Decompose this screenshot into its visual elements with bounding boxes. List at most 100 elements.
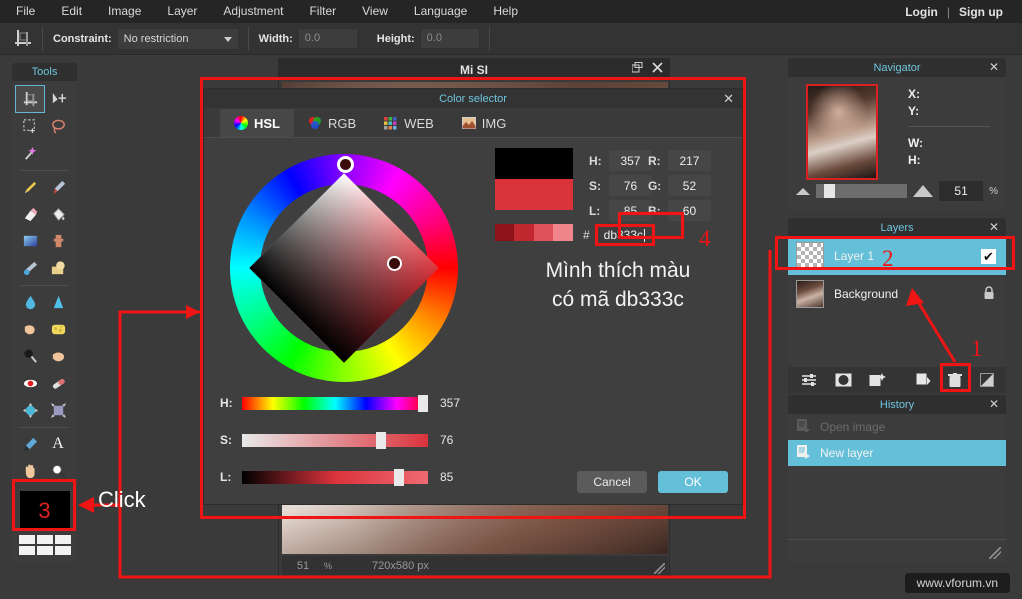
hex-input[interactable]: db333c xyxy=(594,224,655,246)
tool-gradient[interactable] xyxy=(16,228,44,254)
canvas-zoom-value[interactable]: 51 xyxy=(282,560,324,572)
tool-pencil[interactable] xyxy=(16,174,44,200)
layer-settings-icon[interactable] xyxy=(796,369,822,391)
constraint-select[interactable]: No restriction xyxy=(117,28,238,49)
width-input[interactable]: 0.0 xyxy=(298,29,357,48)
login-link[interactable]: Login xyxy=(896,5,947,19)
tool-move[interactable] xyxy=(44,86,72,112)
tool-bloat[interactable] xyxy=(16,397,44,423)
tool-lasso-select[interactable] xyxy=(44,113,72,139)
saturation-slider-track[interactable] xyxy=(242,431,428,449)
tab-rgb[interactable]: RGB xyxy=(294,109,370,137)
color-palette-mini[interactable] xyxy=(18,535,71,555)
menu-item-adjustment[interactable]: Adjustment xyxy=(210,0,296,23)
palette-swatch[interactable] xyxy=(54,546,71,555)
tool-eyedropper[interactable] xyxy=(16,431,44,457)
tool-blur[interactable] xyxy=(16,289,44,315)
saturation-slider-handle[interactable] xyxy=(376,431,386,449)
tab-web[interactable]: WEB xyxy=(370,109,448,137)
tool-red-eye[interactable] xyxy=(16,370,44,396)
height-input[interactable]: 0.0 xyxy=(420,29,479,48)
red-field[interactable]: 217 xyxy=(667,150,711,171)
layer-1-row[interactable]: Layer 1 ✔ xyxy=(788,237,1006,275)
zoom-out-triangle-icon[interactable] xyxy=(796,187,810,195)
tool-clone-stamp[interactable] xyxy=(44,228,72,254)
resize-grip-icon[interactable] xyxy=(654,563,665,574)
resize-grip-icon[interactable] xyxy=(989,547,1001,559)
menu-item-edit[interactable]: Edit xyxy=(48,0,95,23)
menu-item-language[interactable]: Language xyxy=(401,0,480,23)
blue-field[interactable]: 60 xyxy=(667,200,711,221)
hue-wheel-handle[interactable] xyxy=(337,156,354,173)
tab-img[interactable]: IMG xyxy=(448,109,521,137)
diamond-handle[interactable] xyxy=(387,256,402,271)
saturation-field[interactable]: 76 xyxy=(608,175,652,196)
menu-item-help[interactable]: Help xyxy=(480,0,531,23)
close-window-icon[interactable] xyxy=(652,62,663,76)
tool-pinch[interactable] xyxy=(44,397,72,423)
tab-hsl[interactable]: HSL xyxy=(220,109,294,137)
lightness-field[interactable]: 85 xyxy=(608,200,652,221)
recent-colors-strip[interactable] xyxy=(494,224,573,241)
navigator-zoom-value[interactable]: 51 xyxy=(939,181,984,201)
delete-layer-icon[interactable] xyxy=(942,369,968,391)
cancel-button[interactable]: Cancel xyxy=(577,471,647,493)
tool-magic-wand[interactable] xyxy=(16,140,44,166)
palette-swatch[interactable] xyxy=(18,535,35,544)
tool-spot-heal[interactable] xyxy=(44,370,72,396)
current-color-swatch[interactable] xyxy=(494,179,573,210)
palette-swatch[interactable] xyxy=(54,535,71,544)
tool-drawing-shape[interactable] xyxy=(44,255,72,281)
zoom-slider[interactable] xyxy=(816,184,908,198)
menu-item-layer[interactable]: Layer xyxy=(154,0,210,23)
palette-swatch[interactable] xyxy=(18,546,35,555)
lightness-slider-track[interactable] xyxy=(242,468,428,486)
foreground-color-swatch[interactable]: 3 xyxy=(19,491,70,531)
signup-link[interactable]: Sign up xyxy=(950,5,1012,19)
tool-type[interactable]: A xyxy=(44,431,72,457)
tool-sponge[interactable] xyxy=(44,316,72,342)
recent-color-swatch[interactable] xyxy=(553,224,573,241)
color-preview[interactable] xyxy=(494,148,573,210)
menu-item-view[interactable]: View xyxy=(349,0,401,23)
lightness-slider-handle[interactable] xyxy=(394,468,404,486)
history-row-open-image[interactable]: Open image xyxy=(788,414,1006,440)
tool-smudge[interactable] xyxy=(16,316,44,342)
history-row-new-layer[interactable]: New layer xyxy=(788,440,1006,466)
tool-dodge[interactable] xyxy=(44,343,72,369)
recent-color-swatch[interactable] xyxy=(533,224,554,241)
close-icon[interactable]: ✕ xyxy=(989,220,999,234)
hue-slider-track[interactable] xyxy=(242,394,428,412)
menu-item-image[interactable]: Image xyxy=(95,0,154,23)
layer-visibility-checkbox[interactable]: ✔ xyxy=(981,248,996,264)
tool-hand[interactable] xyxy=(16,458,44,484)
layer-style-icon[interactable] xyxy=(864,369,890,391)
tool-crop[interactable] xyxy=(15,85,45,113)
previous-color-swatch[interactable] xyxy=(494,148,573,179)
palette-swatch[interactable] xyxy=(36,535,53,544)
tool-brush[interactable] xyxy=(44,174,72,200)
tool-paint-bucket[interactable] xyxy=(44,201,72,227)
add-layer-icon[interactable] xyxy=(910,369,936,391)
ok-button[interactable]: OK xyxy=(658,471,728,493)
navigator-thumbnail[interactable] xyxy=(806,84,878,180)
tool-zoom[interactable] xyxy=(44,458,72,484)
recent-color-swatch[interactable] xyxy=(514,224,534,241)
zoom-slider-handle[interactable] xyxy=(824,184,835,198)
green-field[interactable]: 52 xyxy=(667,175,711,196)
hue-field[interactable]: 357 xyxy=(608,150,652,171)
menu-item-filter[interactable]: Filter xyxy=(296,0,349,23)
hue-slider-handle[interactable] xyxy=(418,394,428,412)
restore-window-icon[interactable] xyxy=(631,62,643,76)
layer-blend-icon[interactable] xyxy=(974,369,1000,391)
background-layer-row[interactable]: Background xyxy=(788,275,1006,313)
recent-color-swatch[interactable] xyxy=(494,224,515,241)
close-icon[interactable]: ✕ xyxy=(989,60,999,74)
close-icon[interactable]: ✕ xyxy=(989,397,999,411)
layer-mask-icon[interactable] xyxy=(830,369,856,391)
tool-replace-color[interactable] xyxy=(16,255,44,281)
tool-marquee-select[interactable] xyxy=(16,113,44,139)
menu-item-file[interactable]: File xyxy=(0,0,48,23)
palette-swatch[interactable] xyxy=(36,546,53,555)
tool-eraser[interactable] xyxy=(16,201,44,227)
